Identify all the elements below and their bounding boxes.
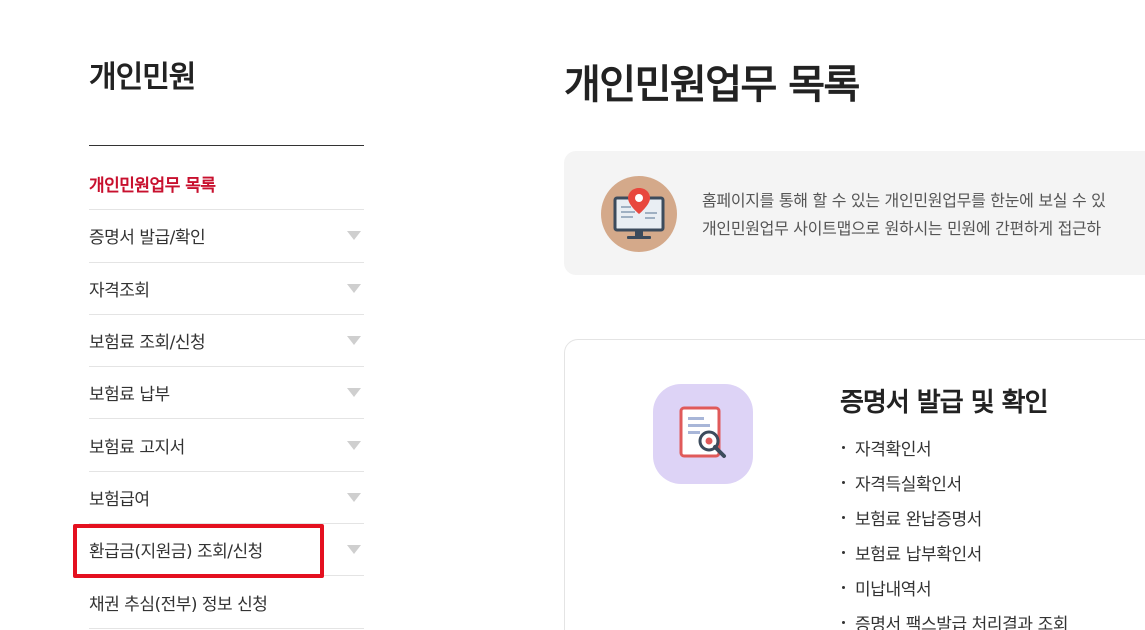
intro-text: 홈페이지를 통해 할 수 있는 개인민원업무를 한눈에 보실 수 있 개인민원업… <box>702 187 1106 243</box>
list-item-label: 미납내역서 <box>855 580 932 600</box>
list-item[interactable]: 보험료 납부확인서 <box>840 535 1068 570</box>
document-magnifier-icon <box>653 384 753 484</box>
sidebar-item-premium-inquiry[interactable]: 보험료 조회/신청 <box>89 315 364 368</box>
list-item[interactable]: 증명서 팩스발급 처리결과 조회 <box>840 605 1069 630</box>
sidebar-item-label: 환급금(지원금) 조회/신청 <box>89 542 263 563</box>
sidebar-menu: 개인민원업무 목록 증명서 발급/확인 자격조회 보험료 조회/신청 보험료 납… <box>89 158 364 629</box>
sidebar-item-label: 보험급여 <box>89 489 150 510</box>
list-item-label: 보험료 완납증명서 <box>855 510 982 530</box>
bullet-icon <box>842 621 845 624</box>
sidebar-item-refund[interactable]: 환급금(지원금) 조회/신청 <box>89 524 364 577</box>
sidebar-title: 개인민원 <box>89 60 196 95</box>
sidebar-item-premium-notice[interactable]: 보험료 고지서 <box>89 419 364 472</box>
sidebar-item-insurance-benefits[interactable]: 보험급여 <box>89 472 364 525</box>
bullet-icon <box>842 481 845 484</box>
sidebar-item-label: 자격조회 <box>89 280 150 301</box>
list-item-label: 증명서 팩스발급 처리결과 조회 <box>855 615 1069 630</box>
sidebar-item-label: 보험료 고지서 <box>89 437 185 458</box>
chevron-down-icon[interactable] <box>347 283 361 293</box>
sidebar-item-premium-payment[interactable]: 보험료 납부 <box>89 367 364 420</box>
sidebar-item-label: 보험료 납부 <box>89 385 170 406</box>
sidebar-item-certificates[interactable]: 증명서 발급/확인 <box>89 210 364 263</box>
bullet-icon <box>842 516 845 519</box>
list-item-label: 자격확인서 <box>855 440 932 460</box>
bullet-icon <box>842 446 845 449</box>
list-item-label: 자격득실확인서 <box>855 475 962 495</box>
sidebar-item-label: 보험료 조회/신청 <box>89 333 206 354</box>
card-link-list: 자격확인서 자격득실확인서 보험료 완납증명서 보험료 납부확인서 미납내역서 … <box>840 430 1069 630</box>
sidebar-item-debt-collection[interactable]: 채권 추심(전부) 정보 신청 <box>89 576 364 629</box>
list-item-label: 보험료 납부확인서 <box>855 545 982 565</box>
certificates-card: 증명서 발급 및 확인 자격확인서 자격득실확인서 보험료 완납증명서 보험료 … <box>564 339 1145 630</box>
list-item[interactable]: 자격득실확인서 <box>840 465 1068 500</box>
chevron-down-icon[interactable] <box>347 231 361 241</box>
sidebar-item-civil-affairs-list[interactable]: 개인민원업무 목록 <box>89 158 364 211</box>
sidebar-item-label: 개인민원업무 목록 <box>89 176 216 197</box>
chevron-down-icon[interactable] <box>347 440 361 450</box>
chevron-down-icon[interactable] <box>347 336 361 346</box>
sidebar-item-label: 증명서 발급/확인 <box>89 228 206 249</box>
sidebar-item-label: 채권 추심(전부) 정보 신청 <box>89 594 268 615</box>
chevron-down-icon[interactable] <box>347 388 361 398</box>
bullet-icon <box>842 551 845 554</box>
list-item[interactable]: 미납내역서 <box>840 570 1068 605</box>
sidebar-item-qualification[interactable]: 자격조회 <box>89 263 364 315</box>
intro-line-1: 홈페이지를 통해 할 수 있는 개인민원업무를 한눈에 보실 수 있 <box>702 191 1106 210</box>
sidebar-divider <box>89 145 364 146</box>
bullet-icon <box>842 586 845 589</box>
chevron-down-icon[interactable] <box>347 545 361 555</box>
list-item[interactable]: 자격확인서 <box>840 430 1068 465</box>
page-title: 개인민원업무 목록 <box>564 62 860 108</box>
list-item[interactable]: 보험료 완납증명서 <box>840 500 1068 535</box>
intro-box: 홈페이지를 통해 할 수 있는 개인민원업무를 한눈에 보실 수 있 개인민원업… <box>564 151 1145 275</box>
intro-line-2: 개인민원업무 사이트맵으로 원하시는 민원에 간편하게 접근하 <box>702 219 1101 238</box>
monitor-location-pin-icon <box>601 176 677 252</box>
card-title: 증명서 발급 및 확인 <box>840 388 1049 418</box>
chevron-down-icon[interactable] <box>347 492 361 502</box>
